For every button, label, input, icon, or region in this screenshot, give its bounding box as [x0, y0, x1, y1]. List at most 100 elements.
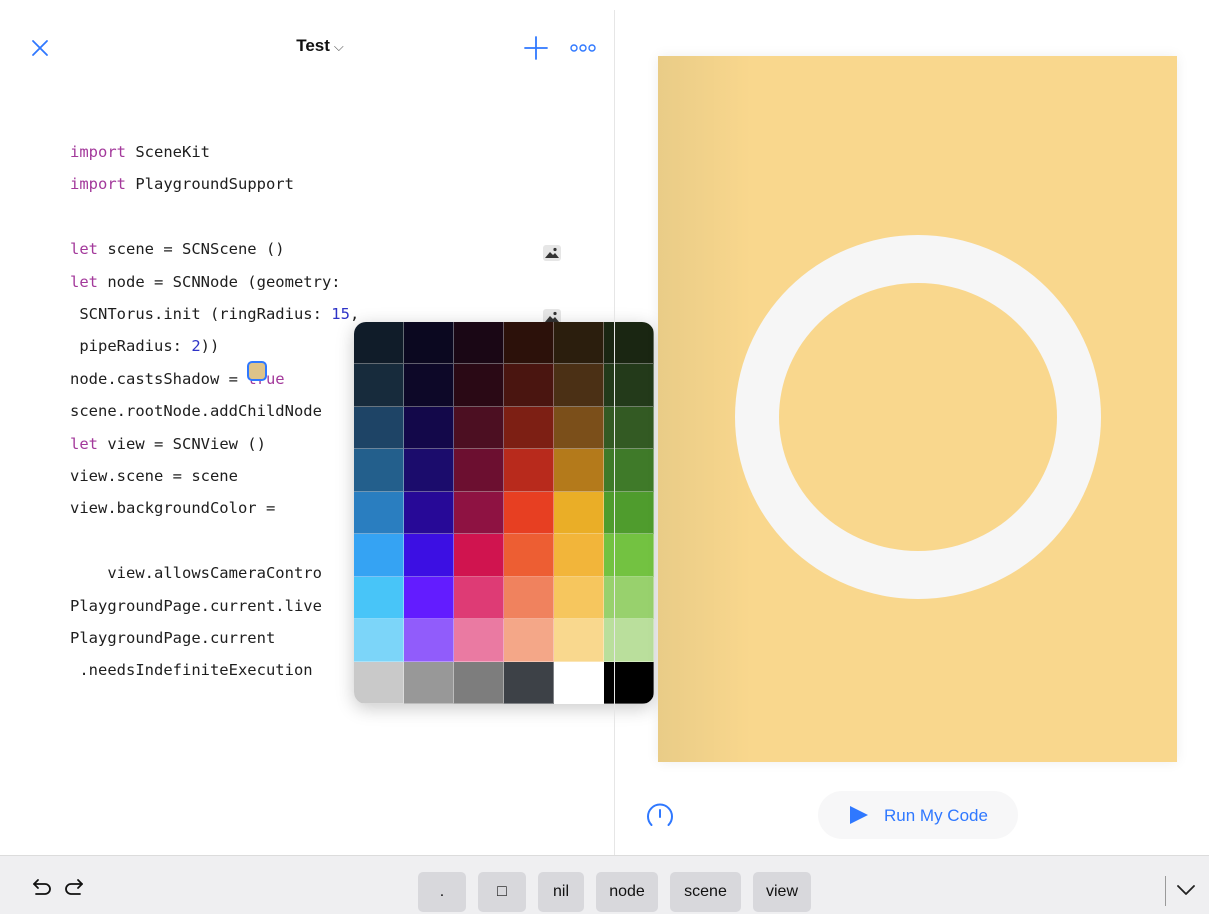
color-swatch[interactable]: [454, 491, 504, 535]
color-swatch[interactable]: [604, 364, 654, 407]
code-line[interactable]: view.backgroundColor =: [70, 498, 285, 518]
code-line[interactable]: let view = SCNView (): [70, 434, 266, 454]
color-swatch[interactable]: [354, 619, 404, 662]
shortcut-key-view[interactable]: view: [753, 872, 811, 912]
color-swatch[interactable]: [454, 661, 504, 704]
color-swatch[interactable]: [554, 576, 604, 620]
color-swatch[interactable]: [604, 576, 654, 620]
color-swatch[interactable]: [554, 406, 604, 450]
color-swatch[interactable]: [554, 661, 604, 704]
color-swatch[interactable]: [604, 661, 654, 704]
document-title-menu[interactable]: Test ⌵: [260, 36, 380, 56]
code-line[interactable]: .needsIndefiniteExecution: [70, 660, 313, 680]
color-swatch[interactable]: [354, 406, 404, 450]
color-swatch[interactable]: [454, 406, 504, 450]
timer-button[interactable]: [642, 798, 678, 834]
color-swatch[interactable]: [504, 364, 554, 407]
undo-button[interactable]: [30, 878, 54, 900]
color-swatch[interactable]: [504, 534, 554, 577]
redo-icon: [65, 879, 83, 895]
timer-icon: [647, 803, 673, 826]
code-line[interactable]: view.scene = scene: [70, 466, 238, 486]
code-line[interactable]: let scene = SCNScene (): [70, 239, 285, 259]
color-swatch[interactable]: [404, 661, 454, 704]
more-button[interactable]: [568, 38, 598, 58]
add-button[interactable]: [522, 34, 550, 62]
color-swatch[interactable]: [504, 661, 554, 704]
color-swatch[interactable]: [504, 322, 554, 365]
live-view[interactable]: [658, 56, 1177, 762]
code-number: 15: [331, 305, 350, 323]
color-literal-swatch[interactable]: [247, 361, 267, 381]
collapse-shortcuts-button[interactable]: [1175, 882, 1197, 898]
code-line[interactable]: SCNTorus.init (ringRadius: 15,: [70, 304, 359, 324]
color-swatch[interactable]: [504, 449, 554, 492]
shortcut-key-nil[interactable]: nil: [538, 872, 584, 912]
close-button[interactable]: [28, 36, 52, 60]
color-swatch[interactable]: [404, 364, 454, 407]
code-line[interactable]: pipeRadius: 2)): [70, 336, 219, 356]
color-swatch[interactable]: [554, 619, 604, 662]
color-swatch[interactable]: [404, 576, 454, 620]
color-swatch[interactable]: [604, 449, 654, 492]
shortcut-key-scene[interactable]: scene: [670, 872, 741, 912]
color-swatch[interactable]: [554, 534, 604, 577]
code-token: .needsIndefiniteExecution: [70, 661, 313, 680]
color-swatch[interactable]: [554, 322, 604, 365]
redo-button[interactable]: [62, 878, 86, 900]
color-swatch[interactable]: [504, 406, 554, 450]
color-swatch[interactable]: [404, 449, 454, 492]
code-line[interactable]: PlaygroundPage.current: [70, 628, 275, 648]
color-swatch[interactable]: [354, 364, 404, 407]
color-swatch[interactable]: [404, 406, 454, 450]
image-literal[interactable]: [542, 244, 562, 262]
code-line[interactable]: PlaygroundPage.current.live: [70, 596, 322, 616]
shortcut-bar-divider: [1165, 876, 1166, 906]
code-editor-pane: Test ⌵ import SceneKit import PlaygroundSu…: [0, 0, 654, 855]
code-line[interactable]: import PlaygroundSupport: [70, 174, 294, 194]
run-my-code-button[interactable]: Run My Code: [818, 791, 1018, 839]
code-line[interactable]: let node = SCNNode (geometry:: [70, 272, 341, 292]
color-swatch[interactable]: [504, 491, 554, 535]
code-token: node = SCNNode (geometry:: [98, 272, 341, 291]
color-swatch[interactable]: [604, 322, 654, 365]
color-swatch[interactable]: [354, 449, 404, 492]
color-swatch[interactable]: [604, 619, 654, 662]
color-swatch[interactable]: [354, 534, 404, 577]
color-swatch[interactable]: [554, 449, 604, 492]
undo-icon: [33, 879, 51, 895]
color-swatch[interactable]: [354, 576, 404, 620]
color-swatch[interactable]: [354, 661, 404, 704]
color-swatch[interactable]: [454, 619, 504, 662]
color-swatch[interactable]: [404, 619, 454, 662]
torus-render: [735, 235, 1101, 599]
code-number: 2: [191, 337, 201, 356]
pane-divider[interactable]: [614, 10, 615, 855]
shortcut-key-dot[interactable]: .: [418, 872, 466, 912]
color-swatch[interactable]: [404, 491, 454, 535]
color-swatch[interactable]: [454, 534, 504, 577]
shortcut-key-node[interactable]: node: [596, 872, 658, 912]
color-swatch[interactable]: [604, 491, 654, 535]
code-line[interactable]: import SceneKit: [70, 142, 210, 162]
code-line[interactable]: view.allowsCameraContro: [70, 563, 322, 583]
color-swatch[interactable]: [554, 364, 604, 407]
image-icon: [543, 245, 561, 261]
color-swatch[interactable]: [404, 322, 454, 365]
color-swatch[interactable]: [454, 322, 504, 365]
color-swatch[interactable]: [454, 576, 504, 620]
color-swatch[interactable]: [354, 491, 404, 535]
code-keyword: let: [70, 240, 98, 259]
color-swatch[interactable]: [604, 406, 654, 450]
color-swatch[interactable]: [554, 491, 604, 535]
color-swatch[interactable]: [454, 364, 504, 407]
color-swatch[interactable]: [504, 619, 554, 662]
color-swatch[interactable]: [504, 576, 554, 620]
code-keyword: let: [70, 272, 98, 291]
color-swatch[interactable]: [354, 322, 404, 365]
color-swatch[interactable]: [454, 449, 504, 492]
shortcut-key-color-literal[interactable]: □: [478, 872, 526, 912]
color-swatch[interactable]: [604, 534, 654, 577]
code-line[interactable]: scene.rootNode.addChildNode: [70, 401, 322, 421]
color-swatch[interactable]: [404, 534, 454, 577]
